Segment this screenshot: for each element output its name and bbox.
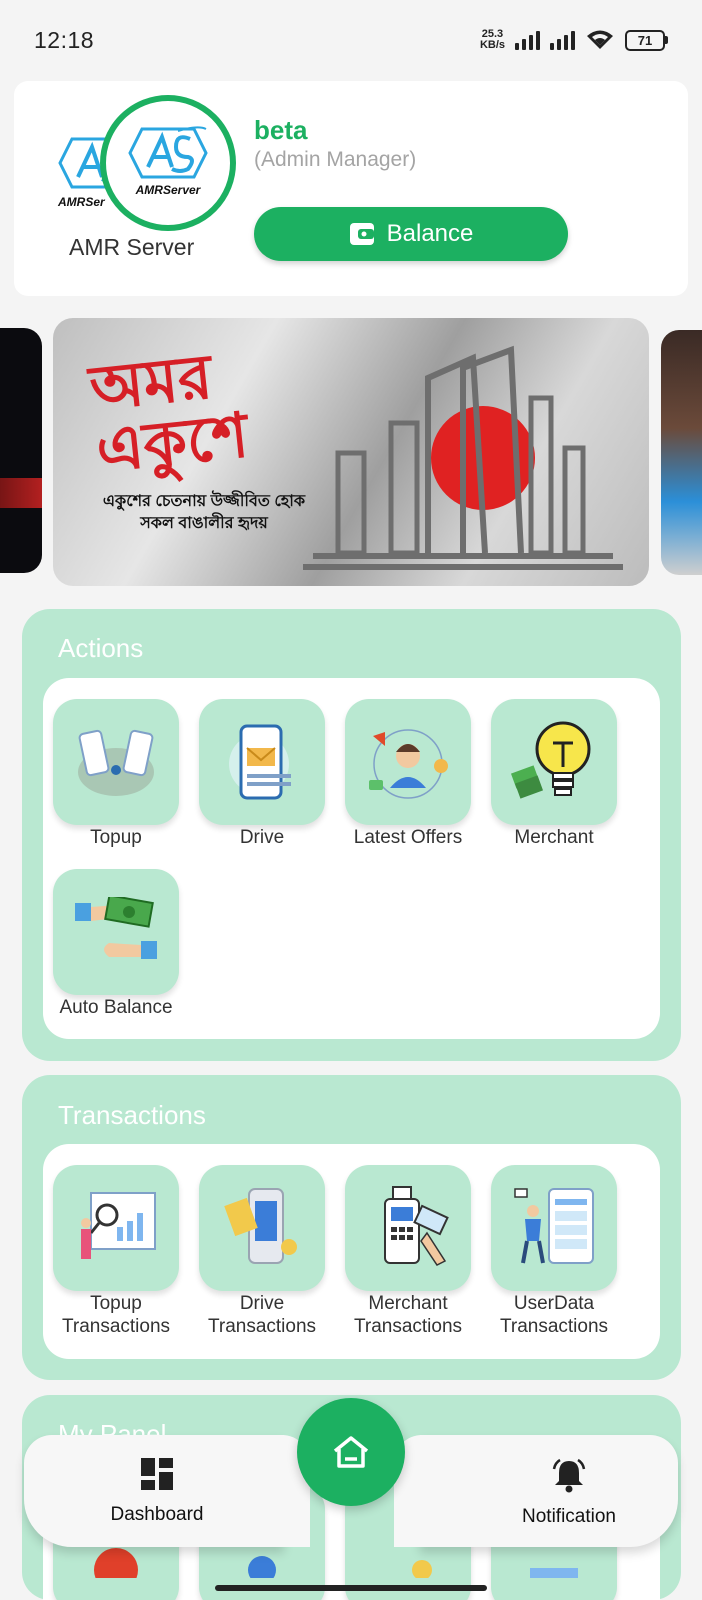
nav-dashboard[interactable]: Dashboard [57,1457,257,1526]
battery-icon: 71 [625,29,668,51]
pos-terminal-icon [384,1186,449,1266]
net-speed-unit: KB/s [479,39,505,51]
user-name: beta [254,115,308,145]
banner-carousel[interactable]: অমর একুশে একুশের চেতনায় উজ্জীবিত হোক সক… [0,318,702,588]
status-icons: 25.3 KB/s 71 [480,29,668,51]
wallet-icon [349,223,374,245]
cash-handover-icon [75,897,157,959]
action-drive[interactable]: Drive [189,699,335,849]
action-topup[interactable]: Topup [43,699,189,849]
transaction-drive-label-line1: Drive [239,1293,285,1314]
user-dashboard-icon [514,1188,594,1264]
battery-level: 71 [637,32,653,48]
transaction-drive-label: Drive Transactions [189,1292,335,1338]
transaction-drive-label-line2: Transactions [207,1316,317,1337]
status-time: 12:18 [34,26,95,53]
nav-dashboard-label: Dashboard [110,1504,204,1525]
transactions-grid: Topup Transactions Drive Transactions Me… [43,1144,660,1359]
transaction-merchant-label-line1: Merchant [368,1293,448,1314]
banner-subtitle-line1: একুশের চেতনায় উজ্জীবিত হোক [102,493,306,510]
banner-slide-previous[interactable] [0,328,42,573]
action-topup-label: Topup [90,827,142,848]
lightbulb-money-icon [510,721,591,799]
action-merchant[interactable]: Merchant [481,699,627,849]
net-speed: 25.3 KB/s [480,29,505,51]
wifi-icon [587,30,613,49]
action-latest-offers[interactable]: Latest Offers [335,699,481,849]
phone-transfer-icon [78,729,154,796]
transactions-title: Transactions [58,1100,206,1130]
mobile-mail-icon [229,724,291,800]
transaction-merchant[interactable]: Merchant Transactions [335,1165,481,1338]
action-merchant-label: Merchant [514,827,594,848]
home-indicator[interactable] [215,1585,487,1591]
banner-subtitle: একুশের চেতনায় উজ্জীবিত হোক সকল বাঙালীর … [89,491,319,535]
logo-mark-icon [128,126,208,179]
action-latest-offers-label: Latest Offers [353,827,463,848]
transaction-merchant-label-line2: Transactions [353,1316,463,1337]
dashboard-icon [141,1458,173,1490]
banner-subtitle-line2: সকল বাঙালীর হৃদয় [140,515,268,532]
atm-card-icon [224,1188,297,1264]
banner-slide-current[interactable]: অমর একুশে একুশের চেতনায় উজ্জীবিত হোক সক… [53,318,649,586]
signal-icon [515,30,540,50]
transaction-userdata-label-line2: Transactions [499,1316,609,1337]
action-auto-balance-label: Auto Balance [59,997,173,1018]
report-analysis-icon [81,1192,156,1259]
user-role: (Admin Manager) [254,148,417,171]
shaheed-minar-illustration [303,345,623,570]
actions-section: Actions Topup Drive Latest Offers Mercha… [22,609,681,1061]
transaction-topup[interactable]: Topup Transactions [43,1165,189,1338]
transaction-drive[interactable]: Drive Transactions [189,1165,335,1338]
banner-title: অমর একুশে [86,340,252,487]
transaction-topup-label-line1: Topup [90,1293,142,1314]
home-icon [333,1436,369,1468]
status-bar: 12:18 25.3 KB/s 71 [0,0,702,80]
profile-card: AMRSer AMRServer AMR Server beta (Admin … [14,81,688,296]
support-agent-icon [369,729,448,799]
action-drive-label: Drive [239,827,285,848]
balance-button[interactable]: Balance [254,207,568,261]
transaction-topup-label-line2: Transactions [61,1316,171,1337]
banner-slide-next[interactable] [661,330,702,575]
transaction-topup-label: Topup Transactions [43,1292,189,1338]
nav-notification-label: Notification [522,1506,616,1527]
logo-text-back: AMRSer [58,195,105,209]
avatar[interactable]: AMRServer [100,95,236,231]
nav-notification[interactable]: Notification [469,1457,669,1528]
logo-text: AMRServer [135,183,201,197]
home-button[interactable] [297,1398,405,1506]
actions-grid: Topup Drive Latest Offers Merchant Auto … [43,678,660,1039]
action-auto-balance[interactable]: Auto Balance [43,869,189,1019]
balance-label: Balance [386,220,474,247]
transaction-merchant-label: Merchant Transactions [335,1292,481,1338]
company-name: AMR Server [69,234,195,260]
banner-title-line2: একুশে [92,398,252,487]
bell-icon [552,1458,586,1493]
transactions-section: Transactions Topup Transactions Drive Tr… [22,1075,681,1380]
transaction-userdata-label-line1: UserData [513,1293,595,1314]
transaction-userdata-label: UserData Transactions [481,1292,627,1338]
transaction-userdata[interactable]: UserData Transactions [481,1165,627,1338]
signal-icon-2 [550,30,575,50]
actions-title: Actions [58,633,144,663]
